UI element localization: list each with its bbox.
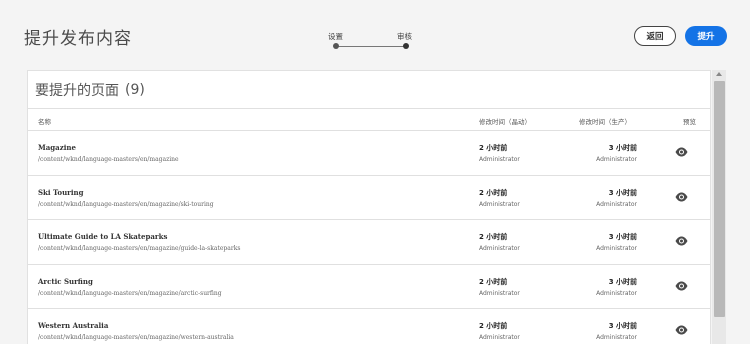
column-header-preview: 预览 — [683, 118, 696, 126]
page-path-cell: /content/wknd/language-masters/en/magazi… — [38, 200, 214, 208]
wizard-stepper: 设置 审核 — [326, 31, 416, 51]
scrollbar-thumb[interactable] — [713, 81, 725, 317]
modified-publish-time: 3 小时前 — [608, 233, 637, 241]
modified-authoring-time: 2 小时前 — [479, 188, 508, 197]
eye-icon[interactable] — [675, 147, 688, 157]
table-row[interactable]: Magazine /content/wknd/language-masters/… — [28, 131, 710, 176]
table-row[interactable]: Arctic Surfing /content/wknd/language-ma… — [28, 265, 710, 309]
page-title-cell: Ski Touring — [38, 187, 84, 197]
step-review-dot[interactable] — [403, 43, 409, 49]
column-header-modified-authoring[interactable]: 修改时间（晶动） — [479, 116, 531, 126]
page-path-cell: /content/wknd/language-masters/en/magazi… — [38, 156, 179, 163]
page-path-cell: /content/wknd/language-masters/en/magazi… — [38, 245, 241, 252]
pages-panel: 要提升的页面 (9) 名称 修改时间（晶动） 修改时间（生产） 预览 Magaz… — [27, 70, 711, 344]
page-title: 提升发布内容 — [24, 29, 132, 49]
table-body: Magazine /content/wknd/language-masters/… — [28, 131, 710, 344]
column-header-name[interactable]: 名称 — [38, 116, 51, 126]
scroll-up-icon[interactable] — [716, 72, 722, 76]
modified-authoring-user: Administrator — [479, 334, 520, 341]
panel-header: 要提升的页面 (9) — [28, 71, 710, 109]
table-header: 名称 修改时间（晶动） 修改时间（生产） 预览 — [28, 109, 710, 131]
page-path-cell: /content/wknd/language-masters/en/magazi… — [38, 334, 234, 341]
modified-publish-time: 3 小时前 — [608, 144, 637, 152]
step-settings-dot[interactable] — [333, 43, 339, 49]
step-settings-label: 设置 — [328, 32, 343, 41]
page-path-cell: /content/wknd/language-masters/en/magazi… — [38, 289, 222, 297]
modified-authoring-time: 2 小时前 — [479, 322, 508, 330]
modified-authoring-time: 2 小时前 — [479, 233, 508, 241]
column-header-modified-publish[interactable]: 修改时间（生产） — [579, 116, 631, 126]
modified-publish-time: 3 小时前 — [608, 277, 637, 286]
modified-publish-user: Administrator — [596, 334, 637, 341]
modified-publish-user: Administrator — [596, 245, 637, 252]
table-row[interactable]: Ski Touring /content/wknd/language-maste… — [28, 176, 710, 220]
top-bar: 提升发布内容 设置 审核 返回 提升 — [0, 0, 750, 70]
modified-publish-user: Administrator — [596, 200, 637, 208]
modified-authoring-user: Administrator — [479, 289, 520, 297]
modified-publish-user: Administrator — [596, 156, 637, 163]
eye-icon[interactable] — [675, 192, 688, 202]
page-title-cell: Magazine — [38, 143, 76, 152]
vertical-scrollbar[interactable] — [712, 70, 726, 344]
modified-publish-time: 3 小时前 — [608, 188, 637, 197]
page-title-cell: Arctic Surfing — [38, 276, 93, 286]
modified-authoring-user: Administrator — [479, 245, 520, 252]
stepper-line — [336, 45, 406, 47]
modified-publish-time: 3 小时前 — [608, 322, 637, 330]
panel-title: 要提升的页面 — [35, 82, 119, 99]
page-title-cell: Western Australia — [38, 321, 109, 330]
table-row[interactable]: Western Australia /content/wknd/language… — [28, 309, 710, 344]
page-title-cell: Ultimate Guide to LA Skateparks — [38, 232, 168, 241]
eye-icon[interactable] — [675, 236, 688, 246]
modified-publish-user: Administrator — [596, 289, 637, 297]
step-review-label: 审核 — [397, 32, 412, 41]
panel-count: (9) — [125, 81, 145, 98]
modified-authoring-user: Administrator — [479, 156, 520, 163]
table-row[interactable]: Ultimate Guide to LA Skateparks /content… — [28, 220, 710, 265]
eye-icon[interactable] — [675, 281, 688, 291]
eye-icon[interactable] — [675, 325, 688, 335]
modified-authoring-time: 2 小时前 — [479, 277, 508, 286]
promote-button[interactable]: 提升 — [685, 26, 727, 46]
back-button[interactable]: 返回 — [634, 26, 676, 46]
modified-authoring-time: 2 小时前 — [479, 144, 508, 152]
modified-authoring-user: Administrator — [479, 200, 520, 208]
